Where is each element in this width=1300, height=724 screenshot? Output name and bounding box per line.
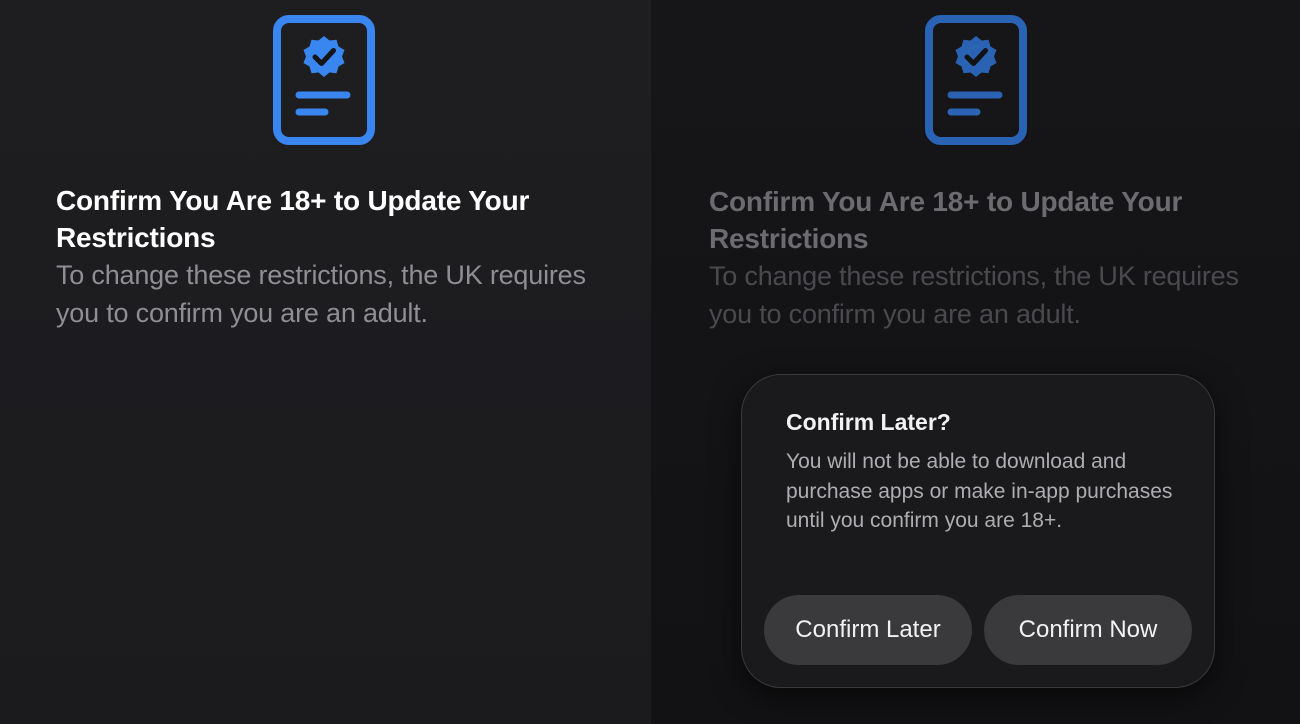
right-screen: Confirm You Are 18+ to Update Your Restr… — [651, 0, 1300, 724]
page-title-dimmed: Confirm You Are 18+ to Update Your Restr… — [709, 186, 1183, 254]
confirm-later-button[interactable]: Confirm Later — [764, 595, 972, 665]
confirm-later-dialog: Confirm Later? You will not be able to d… — [741, 374, 1215, 688]
verified-document-icon — [924, 14, 1028, 146]
dialog-message: You will not be able to download and pur… — [786, 450, 1173, 532]
left-screen: Confirm You Are 18+ to Update Your Restr… — [0, 0, 651, 724]
dialog-title: Confirm Later? — [786, 409, 951, 435]
page-description: To change these restrictions, the UK req… — [56, 260, 586, 328]
page-description-dimmed: To change these restrictions, the UK req… — [709, 261, 1239, 329]
confirm-now-button[interactable]: Confirm Now — [984, 595, 1192, 665]
verified-document-icon — [272, 14, 376, 146]
page-title: Confirm You Are 18+ to Update Your Restr… — [56, 185, 530, 253]
screenshot-composite: Confirm You Are 18+ to Update Your Restr… — [0, 0, 1300, 724]
